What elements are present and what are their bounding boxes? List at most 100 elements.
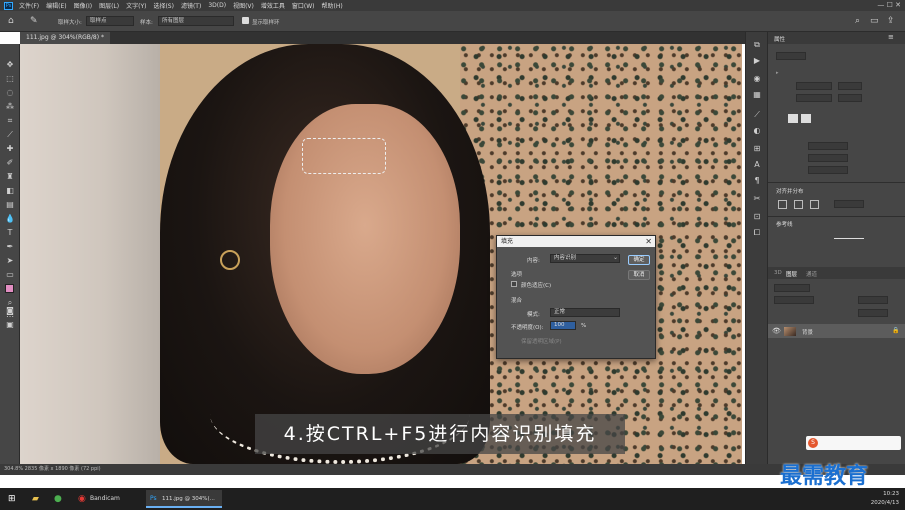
layer-name[interactable]: 背景 xyxy=(802,328,813,336)
brush-tool-icon[interactable]: ✐ xyxy=(5,158,15,167)
layer-opacity-field[interactable] xyxy=(858,296,888,304)
crop-tool-icon[interactable]: ⌗ xyxy=(5,116,15,125)
paragraph-icon[interactable]: ¶ xyxy=(752,176,762,185)
height-field[interactable] xyxy=(796,94,832,102)
options-bar: ⌂ ✎ 取样大小: 取样点 样本: 所有图层 显示取样环 ⌕ ▭ ⇪ xyxy=(0,11,905,32)
libraries-icon[interactable]: ⊞ xyxy=(752,144,762,153)
menu-type[interactable]: 文字(Y) xyxy=(126,1,146,10)
align-to-select[interactable] xyxy=(834,200,864,208)
opacity-input[interactable]: 100 xyxy=(550,321,576,330)
align-center-icon[interactable] xyxy=(794,200,803,209)
pen-tool-icon[interactable]: ✒ xyxy=(5,242,15,251)
ime-logo-icon[interactable]: S xyxy=(808,438,818,448)
play-icon[interactable]: ▶ xyxy=(752,56,762,65)
clone-stamp-icon[interactable]: ♜ xyxy=(5,172,15,181)
cancel-button[interactable]: 取消 xyxy=(628,270,650,280)
menu-3d[interactable]: 3D(D) xyxy=(208,2,226,9)
eyedropper-icon[interactable]: ⟋ xyxy=(5,130,15,139)
bits-field[interactable] xyxy=(808,166,848,174)
mode-select[interactable]: 正常 xyxy=(550,308,620,317)
right-panels: 属性 ≡ ▸ 对齐并分布 参考线 3D 图层 通道 👁 背景 🔒 xyxy=(767,32,905,464)
height-unit-field[interactable] xyxy=(838,94,862,102)
history-icon[interactable]: ⧉ xyxy=(752,40,762,49)
character-icon[interactable]: A xyxy=(752,160,762,169)
marquee-tool-icon[interactable]: ⬚ xyxy=(5,74,15,83)
home-icon[interactable]: ⌂ xyxy=(8,16,14,26)
quick-mask-icon[interactable]: ◙ xyxy=(5,306,15,315)
properties-tab[interactable]: 属性 xyxy=(774,35,785,43)
foreground-color-swatch[interactable] xyxy=(5,284,14,293)
gradient-tool-icon[interactable]: ▤ xyxy=(5,200,15,209)
sample-select[interactable]: 所有图层 xyxy=(158,16,234,26)
shape-tool-icon[interactable]: ▭ xyxy=(5,270,15,279)
window-controls[interactable]: — ☐ ✕ xyxy=(877,1,901,9)
system-clock[interactable]: 10:23 2020/4/13 xyxy=(871,490,899,508)
clock-time: 10:23 xyxy=(883,491,899,497)
contents-select[interactable]: 内容识别 xyxy=(550,254,620,263)
blur-tool-icon[interactable]: 💧 xyxy=(5,214,15,223)
ime-toolbar[interactable]: S xyxy=(806,436,901,450)
color-adaptation-checkbox[interactable] xyxy=(511,281,517,287)
align-left-icon[interactable] xyxy=(778,200,787,209)
resolution-field[interactable] xyxy=(808,142,848,150)
file-explorer-icon[interactable]: ▰ xyxy=(32,491,39,507)
mode-field[interactable] xyxy=(808,154,848,162)
width-unit-field[interactable] xyxy=(838,82,862,90)
move-tool-icon[interactable]: ✥ xyxy=(5,60,15,69)
width-field[interactable] xyxy=(796,82,832,90)
align-right-icon[interactable] xyxy=(810,200,819,209)
layers-tab[interactable]: 图层 xyxy=(786,270,797,278)
type-tool-icon[interactable]: T xyxy=(5,228,15,237)
menu-image[interactable]: 图像(I) xyxy=(74,1,92,10)
windows-start-icon[interactable]: ⊞ xyxy=(8,491,16,507)
landscape-icon[interactable] xyxy=(801,114,811,123)
eraser-tool-icon[interactable]: ◧ xyxy=(5,186,15,195)
blend-mode-select[interactable] xyxy=(774,296,814,304)
lasso-tool-icon[interactable]: ◌ xyxy=(5,88,15,97)
menu-filter[interactable]: 滤镜(T) xyxy=(181,1,201,10)
menu-help[interactable]: 帮助(H) xyxy=(322,1,343,10)
quick-select-tool-icon[interactable]: ⁂ xyxy=(5,102,15,111)
close-icon[interactable]: ✕ xyxy=(645,236,652,247)
layers-comp-icon[interactable]: ⧠ xyxy=(752,228,762,237)
menu-layer[interactable]: 图层(L) xyxy=(99,1,119,10)
adjustments-icon[interactable]: ◐ xyxy=(752,126,762,135)
tools-icon[interactable]: ✂ xyxy=(752,194,762,203)
paths-tab[interactable]: 通道 xyxy=(806,270,817,278)
marching-ants-selection[interactable] xyxy=(302,138,386,174)
ok-button[interactable]: 确定 xyxy=(628,255,650,265)
share-icon[interactable]: ⇪ xyxy=(887,16,895,26)
status-bar: 304.8% 2835 像素 x 1890 像素 (72 ppi) xyxy=(0,464,905,475)
portrait-icon[interactable] xyxy=(788,114,798,123)
properties-icon[interactable]: ⊡ xyxy=(752,212,762,221)
swatches-icon[interactable]: ▦ xyxy=(752,90,762,99)
healing-brush-icon[interactable]: ✚ xyxy=(5,144,15,153)
panel-menu-icon[interactable]: ≡ xyxy=(888,33,894,41)
document-tab[interactable]: 111.jpg @ 304%(RGB/8) * xyxy=(20,32,110,44)
document-canvas[interactable]: 4.按CTRL+F5进行内容识别填充 填充 ✕ 内容: 内容识别 ⌄ 确定 取消… xyxy=(20,44,742,464)
color-icon[interactable]: ◉ xyxy=(752,74,762,83)
menu-select[interactable]: 选择(S) xyxy=(153,1,174,10)
sample-size-select[interactable]: 取样点 xyxy=(86,16,134,26)
layer-filter-select[interactable] xyxy=(774,284,810,292)
browser-icon[interactable]: ● xyxy=(54,491,62,507)
path-select-icon[interactable]: ➤ xyxy=(5,256,15,265)
menu-view[interactable]: 视图(V) xyxy=(233,1,254,10)
menu-edit[interactable]: 编辑(E) xyxy=(46,1,66,10)
show-ring-checkbox[interactable] xyxy=(242,17,249,24)
eye-visibility-icon[interactable]: 👁 xyxy=(772,327,781,335)
windows-taskbar: ⊞ ▰ ● ◉ Bandicam Ps 111.jpg @ 304%(... 1… xyxy=(0,488,905,510)
bandicam-icon[interactable]: ◉ xyxy=(78,491,86,507)
workspace-icon[interactable]: ▭ xyxy=(870,16,879,26)
show-ring-label: 显示取样环 xyxy=(252,20,280,26)
bandicam-task[interactable]: Bandicam xyxy=(90,491,120,507)
channels-tab[interactable]: 3D xyxy=(774,270,782,276)
menu-file[interactable]: 文件(F) xyxy=(19,1,39,10)
eyedropper-tool-icon[interactable]: ✎ xyxy=(30,16,38,26)
menu-plugins[interactable]: 增效工具 xyxy=(261,1,285,10)
layer-fill-field[interactable] xyxy=(858,309,888,317)
screen-mode-icon[interactable]: ▣ xyxy=(5,320,15,329)
search-icon[interactable]: ⌕ xyxy=(855,16,860,26)
menu-window[interactable]: 窗口(W) xyxy=(292,1,315,10)
brush-settings-icon[interactable]: ⟋ xyxy=(752,110,762,119)
